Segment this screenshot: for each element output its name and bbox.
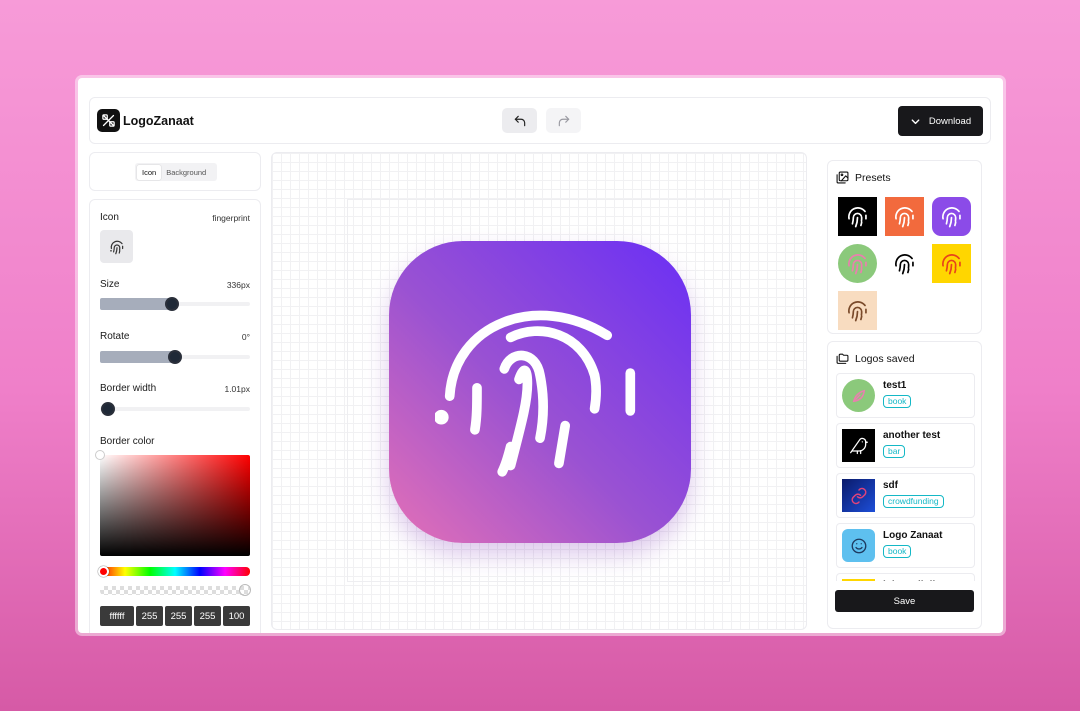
leaf-icon [852, 389, 865, 402]
icon-controls-panel: Icon fingerprint Size 336px Rotate 0° Bo… [89, 199, 261, 633]
bird-icon [849, 437, 868, 454]
size-slider-thumb[interactable] [165, 297, 179, 311]
logo-preview[interactable] [389, 241, 691, 543]
border-width-value: 1.01px [224, 384, 250, 394]
saved-logo-name: sdf [883, 480, 898, 491]
saved-logo-tag: crowdfunding [883, 495, 944, 508]
presets-header: Presets [836, 171, 891, 184]
size-slider[interactable] [100, 297, 250, 311]
tab-background[interactable]: Background [161, 165, 211, 180]
preset-item[interactable] [932, 197, 971, 236]
rotate-slider-fill [100, 351, 175, 363]
saved-logos-header: Logos saved [836, 352, 915, 365]
alpha-field[interactable]: 100 [223, 606, 250, 626]
download-button[interactable]: Download [898, 106, 983, 136]
saved-logos-list: test1 book another test bar sdf crowdfun… [836, 373, 975, 581]
border-width-slider[interactable] [100, 402, 250, 416]
saved-logo-tag: book [883, 395, 912, 408]
fingerprint-icon [895, 254, 914, 275]
saved-logo-item[interactable]: lnksnvdlnlks [836, 573, 975, 581]
icon-label: Icon [100, 212, 119, 223]
size-value: 336px [226, 280, 250, 290]
fingerprint-icon [848, 254, 867, 275]
fingerprint-icon [942, 207, 961, 228]
saved-logo-item[interactable]: Logo Zanaat book [836, 523, 975, 568]
chevron-down-icon [911, 118, 920, 124]
preset-item[interactable] [838, 291, 877, 330]
redo-button[interactable] [546, 108, 581, 133]
alpha-slider[interactable] [100, 584, 251, 596]
saved-logo-name: Logo Zanaat [883, 530, 943, 541]
saved-logo-name: lnksnvdlnlks [883, 580, 944, 581]
brand[interactable]: LogoZanaat [97, 109, 194, 132]
saved-logo-thumb [842, 379, 875, 412]
alpha-thumb[interactable] [239, 584, 251, 596]
image-gallery-icon [836, 171, 849, 184]
preset-item[interactable] [885, 244, 924, 283]
tab-icon[interactable]: Icon [137, 164, 162, 180]
hue-slider[interactable] [98, 566, 250, 577]
saved-logo-name: test1 [883, 380, 907, 391]
rotate-label: Rotate [100, 331, 130, 342]
mode-tabs: Icon Background [135, 163, 217, 181]
canvas-area[interactable] [271, 152, 807, 630]
border-width-label: Border width [100, 383, 157, 394]
color-fields: ffffff 255 255 255 100 [100, 606, 250, 626]
saved-logo-item[interactable]: another test bar [836, 423, 975, 468]
preset-item[interactable] [838, 197, 877, 236]
link-icon [851, 487, 866, 504]
app-window: LogoZanaat Download Icon Background Icon… [78, 78, 1003, 633]
saved-logo-thumb [842, 579, 875, 581]
fingerprint-icon [942, 254, 961, 275]
saved-logo-tag: bar [883, 445, 906, 458]
green-field[interactable]: 255 [165, 606, 192, 626]
header: LogoZanaat Download [89, 97, 991, 144]
smile-icon [851, 538, 866, 553]
save-button[interactable]: Save [835, 590, 974, 612]
size-label: Size [100, 279, 120, 290]
icon-picker-button[interactable] [100, 230, 133, 263]
undo-icon [514, 115, 525, 126]
icon-value: fingerprint [212, 213, 250, 223]
rotate-slider-thumb[interactable] [168, 350, 182, 364]
saturation-picker[interactable] [95, 450, 250, 556]
saved-logo-tag: book [883, 545, 912, 558]
saved-logo-thumb [842, 429, 875, 462]
app-name: LogoZanaat [123, 113, 194, 128]
fingerprint-icon [848, 207, 867, 228]
hex-field[interactable]: ffffff [100, 606, 134, 626]
saved-logo-thumb [842, 529, 875, 562]
saved-logo-thumb [842, 479, 875, 512]
fingerprint-icon [895, 207, 914, 228]
saturation-handle[interactable] [95, 450, 105, 460]
size-slider-fill [100, 298, 172, 310]
fingerprint-icon [435, 310, 636, 477]
download-label: Download [928, 115, 972, 127]
fingerprint-icon [848, 301, 867, 322]
preset-item[interactable] [885, 197, 924, 236]
presets-panel: Presets [827, 160, 982, 334]
saved-logos-title: Logos saved [855, 352, 915, 365]
rotate-slider[interactable] [100, 350, 250, 364]
blue-field[interactable]: 255 [194, 606, 221, 626]
undo-button[interactable] [502, 108, 537, 133]
border-width-slider-thumb[interactable] [100, 402, 115, 416]
brand-logo-icon [97, 109, 120, 132]
saved-logo-item[interactable]: sdf crowdfunding [836, 473, 975, 518]
redo-icon [558, 115, 569, 126]
preset-item[interactable] [838, 244, 877, 283]
saved-logo-name: another test [883, 430, 941, 441]
saved-logo-item[interactable]: test1 book [836, 373, 975, 418]
presets-title: Presets [855, 171, 891, 184]
mode-tabs-panel: Icon Background [89, 152, 261, 191]
preset-grid [838, 197, 971, 330]
hue-thumb[interactable] [98, 566, 109, 577]
border-color-label: Border color [100, 436, 155, 447]
rotate-value: 0° [241, 332, 250, 342]
fingerprint-icon [109, 240, 123, 254]
saved-logos-panel: Logos saved test1 book another test bar [827, 341, 982, 629]
preset-item[interactable] [932, 244, 971, 283]
folders-icon [836, 353, 849, 364]
red-field[interactable]: 255 [136, 606, 163, 626]
